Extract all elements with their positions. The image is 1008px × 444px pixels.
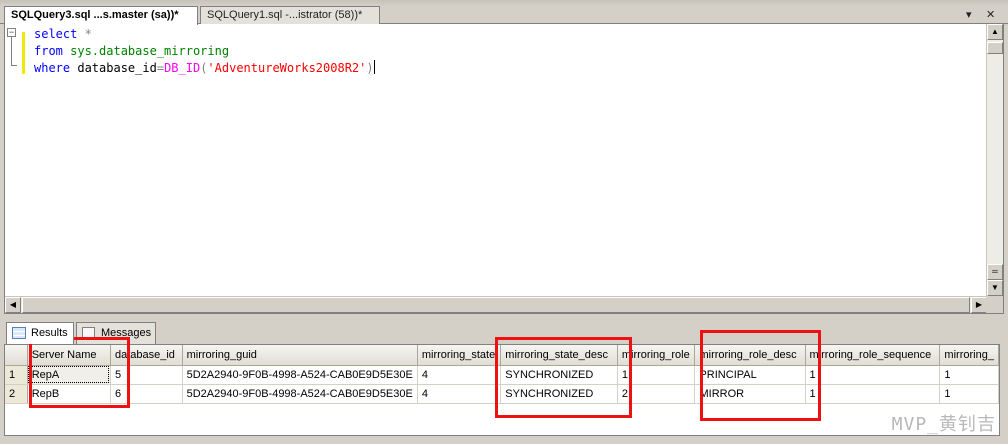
collapse-icon[interactable]: − [7, 28, 16, 37]
column-name: database_id [70, 61, 157, 75]
system-view-name: sys.database_mirroring [62, 44, 230, 58]
highlight-box-state-desc [495, 337, 632, 418]
scroll-corner [986, 296, 1003, 313]
function-name: DB_ID [164, 61, 201, 75]
table-cell[interactable]: 1 [939, 365, 999, 385]
highlight-box-role-desc [700, 330, 821, 421]
string-literal: 'AdventureWorks2008R2' [207, 61, 367, 75]
row-number[interactable]: 1 [5, 365, 28, 385]
close-paren: ) [366, 61, 374, 75]
row-header-corner[interactable] [5, 345, 28, 366]
select-star: * [77, 27, 92, 41]
column-header[interactable]: mirroring_guid [182, 345, 418, 366]
editor-vertical-scrollbar[interactable]: ▲ ═ ▼ [986, 24, 1003, 297]
tab-results-label: Results [31, 327, 68, 339]
close-icon[interactable]: ✕ [986, 8, 995, 21]
table-cell[interactable]: 4 [417, 384, 502, 404]
scroll-left-icon[interactable]: ◀ [5, 297, 21, 313]
editor-horizontal-scrollbar[interactable]: ◀ ▶ [5, 296, 988, 313]
column-header[interactable]: mirroring_role_sequence [805, 345, 941, 366]
keyword-from: from [34, 44, 63, 58]
document-tab-strip: SQLQuery3.sql ...s.master (sa))* SQLQuer… [0, 0, 1008, 25]
vertical-scroll-thumb[interactable] [987, 42, 1003, 54]
keyword-where: where [34, 61, 71, 75]
tab-sqlquery3[interactable]: SQLQuery3.sql ...s.master (sa))* [4, 6, 198, 25]
row-number[interactable]: 2 [5, 384, 28, 404]
scroll-right-icon[interactable]: ▶ [971, 297, 987, 313]
table-cell[interactable]: 1 [805, 365, 941, 385]
table-cell[interactable]: 5D2A2940-9F0B-4998-A524-CAB0E9D5E30E [182, 365, 418, 385]
tab-sqlquery1[interactable]: SQLQuery1.sql -...istrator (58))* [200, 6, 380, 24]
scroll-up-icon[interactable]: ▲ [987, 24, 1003, 40]
horizontal-scroll-thumb[interactable] [22, 297, 970, 313]
highlight-box-server-name [29, 337, 130, 408]
grid-icon [12, 327, 26, 339]
outline-line [11, 37, 12, 65]
scroll-down-icon[interactable]: ▼ [987, 280, 1003, 296]
column-header[interactable]: mirroring_state [417, 345, 502, 366]
keyword-select: select [34, 27, 78, 41]
sql-code[interactable]: select * from sys.database_mirroring whe… [34, 26, 375, 77]
split-icon[interactable]: ═ [987, 264, 1003, 280]
table-cell[interactable]: 5D2A2940-9F0B-4998-A524-CAB0E9D5E30E [182, 384, 418, 404]
column-header[interactable]: mirroring_ [939, 345, 999, 366]
table-cell[interactable]: 1 [805, 384, 941, 404]
changed-lines-marker [22, 32, 25, 74]
query-editor[interactable]: − select * from sys.database_mirroring w… [4, 24, 1004, 314]
tab-dropdown-icon[interactable]: ▾ [966, 8, 972, 21]
watermark: MVP_黄钊吉 [891, 414, 996, 435]
text-caret [373, 60, 375, 74]
table-cell[interactable]: 1 [939, 384, 999, 404]
table-cell[interactable]: 4 [417, 365, 502, 385]
tab-results[interactable]: Results [6, 322, 74, 344]
equals-operator: = [156, 61, 165, 75]
outline-end [11, 65, 17, 66]
